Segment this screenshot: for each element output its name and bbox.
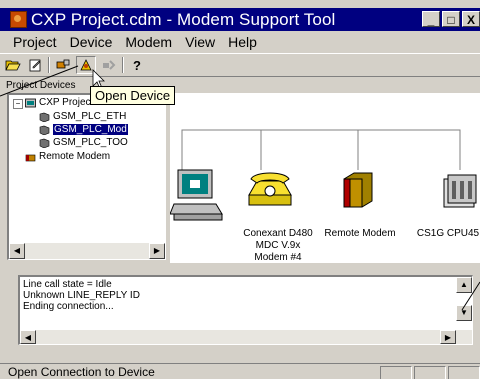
log-scroll-left-button[interactable]: ◀ xyxy=(20,330,36,344)
collapse-toggle[interactable]: − xyxy=(13,99,23,109)
app-icon xyxy=(10,11,27,28)
plc-device-icon xyxy=(39,112,50,122)
tree-item-label: Remote Modem xyxy=(39,151,111,162)
help-button[interactable]: ? xyxy=(128,57,146,73)
log-scroll-right-button[interactable]: ▶ xyxy=(440,330,456,344)
toolbar-separator xyxy=(122,57,124,73)
status-panel xyxy=(380,366,412,379)
tree-item-label: GSM_PLC_ETH xyxy=(53,111,127,122)
tree-item-label: GSM_PLC_TOO xyxy=(53,137,128,148)
plc-label: CS1G CPU45 xyxy=(416,228,480,239)
plc-device-icon xyxy=(39,138,50,148)
window-title: CXP Project.cdm - Modem Support Tool xyxy=(31,9,336,29)
disconnect-icon xyxy=(103,60,116,70)
connect-button[interactable] xyxy=(54,57,72,73)
project-icon xyxy=(25,98,36,107)
modem-label: Conexant D480 MDC V.9x Modem #4 xyxy=(243,228,313,263)
menu-view[interactable]: View xyxy=(185,34,215,50)
plc-icon[interactable] xyxy=(440,171,480,211)
project-device-tree[interactable]: − CXP Project.cdm GSM_PLC_ETH GSM_PLC_Mo… xyxy=(7,93,166,260)
menu-modem[interactable]: Modem xyxy=(125,34,172,50)
log-scroll-down-button[interactable]: ▼ xyxy=(456,305,472,321)
log-scroll-up-button[interactable]: ▲ xyxy=(456,277,472,293)
tree-horizontal-scrollbar[interactable]: ◀ ▶ xyxy=(9,243,165,259)
title-bar[interactable]: CXP Project.cdm - Modem Support Tool _ □… xyxy=(0,8,480,31)
connect-icon xyxy=(56,59,70,69)
toolbar: ? xyxy=(0,53,480,77)
tree-item-gsm-plc-eth[interactable]: GSM_PLC_ETH xyxy=(39,111,126,122)
remote-modem-label: Remote Modem xyxy=(324,228,396,239)
toolbar-separator xyxy=(48,57,50,73)
open-device-icon xyxy=(80,59,92,71)
disconnect-button[interactable] xyxy=(100,57,118,73)
scroll-right-button[interactable]: ▶ xyxy=(149,243,165,259)
tree-header: Project Devices xyxy=(6,80,76,91)
menu-bar: Project Device Modem View Help xyxy=(0,31,480,52)
log-horizontal-scrollbar[interactable]: ◀ ▶ xyxy=(20,330,472,344)
plc-device-icon xyxy=(39,125,50,135)
open-device-tooltip: Open Device xyxy=(90,86,176,105)
tree-item-gsm-plc-mod[interactable]: GSM_PLC_Mod xyxy=(39,124,128,135)
log-line: Unknown LINE_REPLY ID xyxy=(23,290,140,301)
tree-item-remote-modem[interactable]: Remote Modem xyxy=(25,151,110,162)
log-line: Line call state = Idle xyxy=(23,279,112,290)
menu-device[interactable]: Device xyxy=(70,34,113,50)
status-panel xyxy=(448,366,480,379)
maximize-button[interactable]: □ xyxy=(442,11,460,27)
open-device-button[interactable] xyxy=(76,56,96,74)
tree-item-gsm-plc-too[interactable]: GSM_PLC_TOO xyxy=(39,137,128,148)
close-button[interactable]: X xyxy=(462,11,480,27)
computer-icon[interactable] xyxy=(170,168,225,228)
log-line: Ending connection... xyxy=(23,301,114,312)
help-icon: ? xyxy=(133,57,141,73)
status-panel xyxy=(414,366,446,379)
menu-help[interactable]: Help xyxy=(228,34,257,50)
remote-modem-icon[interactable] xyxy=(342,171,374,211)
modem-telephone-icon[interactable] xyxy=(245,169,295,211)
remote-modem-icon xyxy=(25,154,36,161)
open-project-button[interactable] xyxy=(4,57,22,73)
log-output[interactable]: Line call state = Idle Unknown LINE_REPL… xyxy=(18,275,473,345)
edit-icon xyxy=(29,59,41,72)
app-window: CXP Project.cdm - Modem Support Tool _ □… xyxy=(0,0,480,379)
scroll-left-button[interactable]: ◀ xyxy=(9,243,25,259)
network-diagram: Conexant D480 MDC V.9x Modem #4 Remote M… xyxy=(170,93,480,263)
menu-project[interactable]: Project xyxy=(13,34,57,50)
folder-open-icon xyxy=(5,60,21,71)
edit-project-button[interactable] xyxy=(26,57,44,73)
minimize-button[interactable]: _ xyxy=(422,11,440,27)
tree-item-label-selected: GSM_PLC_Mod xyxy=(53,124,128,135)
